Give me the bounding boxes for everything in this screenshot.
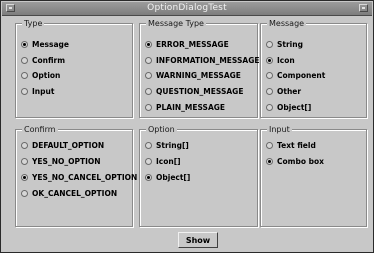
radio-icon[interactable] (266, 88, 273, 95)
option-legend: Option (146, 125, 177, 134)
radio-icon[interactable] (21, 41, 28, 48)
radio-icon[interactable] (145, 142, 152, 149)
type-panel: Type Message Confirm Option Input (15, 19, 133, 118)
radio-icon[interactable] (145, 72, 152, 79)
radio-icon[interactable] (266, 142, 273, 149)
type-legend: Type (22, 19, 45, 28)
maximize-icon[interactable] (359, 4, 368, 12)
title-bar[interactable]: OptionDialogTest (2, 2, 372, 16)
message-type-panel: Message Type ERROR_MESSAGE INFORMATION_M… (139, 19, 259, 118)
type-option-input[interactable]: Input (21, 86, 54, 97)
radio-icon[interactable] (266, 158, 273, 165)
type-option-confirm[interactable]: Confirm (21, 55, 65, 66)
confirm-option-yes-no-cancel[interactable]: YES_NO_CANCEL_OPTION (21, 172, 137, 183)
radio-icon[interactable] (21, 72, 28, 79)
message-type-option-plain[interactable]: PLAIN_MESSAGE (145, 102, 225, 113)
message-type-option-warning[interactable]: WARNING_MESSAGE (145, 70, 241, 81)
radio-icon[interactable] (21, 158, 28, 165)
input-option-combo-box[interactable]: Combo box (266, 156, 324, 167)
radio-icon[interactable] (145, 104, 152, 111)
confirm-option-ok-cancel[interactable]: OK_CANCEL_OPTION (21, 188, 117, 199)
radio-icon[interactable] (21, 174, 28, 181)
radio-icon[interactable] (21, 57, 28, 64)
radio-icon[interactable] (21, 88, 28, 95)
radio-icon[interactable] (145, 174, 152, 181)
message-option-object-array[interactable]: Object[] (266, 102, 311, 113)
option-option-string-array[interactable]: String[] (145, 140, 189, 151)
radio-icon[interactable] (21, 190, 28, 197)
input-option-text-field[interactable]: Text field (266, 140, 316, 151)
radio-icon[interactable] (266, 57, 273, 64)
radio-icon[interactable] (266, 41, 273, 48)
window-title: OptionDialogTest (147, 3, 227, 13)
message-legend: Message (267, 19, 307, 28)
message-option-other[interactable]: Other (266, 86, 301, 97)
message-option-string[interactable]: String (266, 39, 303, 50)
message-type-option-error[interactable]: ERROR_MESSAGE (145, 39, 229, 50)
message-type-legend: Message Type (146, 19, 206, 28)
radio-icon[interactable] (266, 104, 273, 111)
input-legend: Input (267, 125, 292, 134)
show-button[interactable]: Show (178, 232, 218, 248)
message-type-option-information[interactable]: INFORMATION_MESSAGE (145, 55, 259, 66)
confirm-legend: Confirm (22, 125, 58, 134)
confirm-panel: Confirm DEFAULT_OPTION YES_NO_OPTION YES… (15, 125, 137, 227)
message-panel: Message String Icon Component Other Obje… (260, 19, 367, 118)
message-option-component[interactable]: Component (266, 70, 325, 81)
option-panel: Option String[] Icon[] Object[] (139, 125, 258, 227)
radio-icon[interactable] (21, 142, 28, 149)
radio-icon[interactable] (266, 72, 273, 79)
message-type-option-question[interactable]: QUESTION_MESSAGE (145, 86, 243, 97)
radio-icon[interactable] (145, 57, 152, 64)
radio-icon[interactable] (145, 41, 152, 48)
message-option-icon[interactable]: Icon (266, 55, 295, 66)
confirm-option-default[interactable]: DEFAULT_OPTION (21, 140, 104, 151)
option-option-object-array[interactable]: Object[] (145, 172, 190, 183)
radio-icon[interactable] (145, 158, 152, 165)
confirm-option-yes-no[interactable]: YES_NO_OPTION (21, 156, 101, 167)
type-option-option[interactable]: Option (21, 70, 60, 81)
input-panel: Input Text field Combo box (260, 125, 367, 227)
option-option-icon-array[interactable]: Icon[] (145, 156, 181, 167)
radio-icon[interactable] (145, 88, 152, 95)
type-option-message[interactable]: Message (21, 39, 69, 50)
